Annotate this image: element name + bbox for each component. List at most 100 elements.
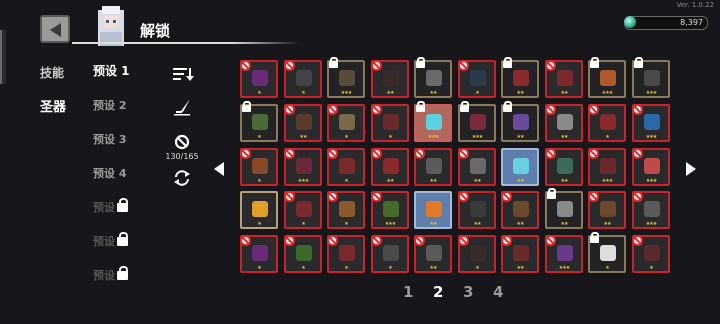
relic-slot[interactable]: ★★ bbox=[545, 104, 583, 142]
relic-slot[interactable]: ★★ bbox=[414, 148, 452, 186]
relic-item-icon bbox=[252, 201, 268, 217]
relic-item-icon bbox=[470, 114, 486, 130]
relic-slot[interactable]: ★★ bbox=[414, 57, 452, 98]
relic-item-icon bbox=[296, 201, 312, 217]
rarity-stars: ★ bbox=[649, 265, 653, 271]
preset-5-locked[interactable]: 预设 bbox=[93, 198, 128, 215]
page-3-button[interactable]: 3 bbox=[463, 283, 473, 301]
relic-item-icon bbox=[339, 114, 355, 130]
relic-slot[interactable]: ★★ bbox=[501, 101, 539, 142]
version-label: Ver. 1.0.22 bbox=[676, 1, 714, 9]
relic-slot[interactable]: ★★ bbox=[501, 235, 539, 273]
preset-2[interactable]: 预设 2 bbox=[93, 97, 126, 113]
relic-slot[interactable]: ★★ bbox=[371, 60, 409, 98]
relic-slot[interactable]: ★★ bbox=[458, 148, 496, 186]
relic-slot[interactable]: ★ bbox=[371, 104, 409, 142]
relic-item-icon bbox=[383, 70, 399, 86]
rarity-stars: ★ bbox=[301, 221, 305, 227]
relic-item-icon bbox=[296, 70, 312, 86]
lock-icon bbox=[503, 57, 512, 68]
page-1-button[interactable]: 1 bbox=[403, 283, 413, 301]
relic-slot[interactable]: ★★ bbox=[371, 148, 409, 186]
ban-icon bbox=[545, 235, 556, 246]
ban-icon bbox=[545, 60, 556, 71]
relic-slot[interactable]: ★ bbox=[284, 235, 322, 273]
rarity-stars: ★★★ bbox=[645, 178, 657, 184]
relic-slot[interactable]: ★★★ bbox=[414, 101, 452, 142]
relic-slot[interactable]: ★ bbox=[240, 60, 278, 98]
back-button[interactable] bbox=[40, 15, 70, 43]
preset-4[interactable]: 预设 4 bbox=[93, 165, 126, 181]
relic-item-icon bbox=[470, 201, 486, 217]
relic-slot[interactable]: ★ bbox=[240, 235, 278, 273]
relic-slot[interactable]: ★★ bbox=[545, 148, 583, 186]
ban-icon bbox=[240, 235, 251, 246]
relic-item-icon bbox=[383, 114, 399, 130]
relic-slot[interactable]: ★ bbox=[458, 60, 496, 98]
relic-slot[interactable]: ★★ bbox=[414, 235, 452, 273]
page-4-button[interactable]: 4 bbox=[493, 283, 503, 301]
relic-slot[interactable]: ★★★ bbox=[588, 57, 626, 98]
relic-item-icon bbox=[513, 114, 529, 130]
relic-slot[interactable]: ★ bbox=[458, 235, 496, 273]
relic-item-icon bbox=[557, 245, 573, 261]
relic-item-icon bbox=[470, 245, 486, 261]
tab-relics[interactable]: 圣器 bbox=[40, 96, 66, 115]
refresh-icon[interactable] bbox=[172, 168, 192, 188]
relic-slot[interactable]: ★★★ bbox=[632, 57, 670, 98]
preset-1[interactable]: 预设 1 bbox=[93, 62, 130, 79]
preset-6-locked[interactable]: 预设 bbox=[93, 232, 128, 249]
next-page-arrow-icon[interactable] bbox=[686, 162, 696, 176]
relic-slot[interactable]: ★★★ bbox=[632, 104, 670, 142]
relic-slot[interactable]: ★★ bbox=[545, 60, 583, 98]
relic-slot[interactable]: ★ bbox=[240, 191, 278, 229]
relic-slot[interactable]: ★★★ bbox=[284, 148, 322, 186]
ban-icon bbox=[545, 104, 556, 115]
relic-slot[interactable]: ★★★ bbox=[632, 191, 670, 229]
ban-icon[interactable] bbox=[174, 134, 190, 150]
rarity-stars: ★ bbox=[605, 134, 609, 140]
relic-slot[interactable]: ★★ bbox=[501, 148, 539, 186]
lock-icon bbox=[416, 57, 425, 68]
relic-slot[interactable]: ★ bbox=[327, 235, 365, 273]
previous-page-arrow-icon[interactable] bbox=[214, 162, 224, 176]
preset-3[interactable]: 预设 3 bbox=[93, 131, 126, 147]
side-panel-handle[interactable] bbox=[0, 30, 6, 84]
relic-slot[interactable]: ★ bbox=[240, 101, 278, 142]
relic-slot[interactable]: ★★★ bbox=[545, 235, 583, 273]
relic-slot[interactable]: ★ bbox=[632, 235, 670, 273]
relic-slot[interactable]: ★ bbox=[588, 232, 626, 273]
relic-item-icon bbox=[252, 70, 268, 86]
relic-slot[interactable]: ★★ bbox=[545, 188, 583, 229]
relic-slot[interactable]: ★ bbox=[588, 104, 626, 142]
relic-slot[interactable]: ★ bbox=[327, 148, 365, 186]
rarity-stars: ★★★ bbox=[297, 178, 309, 184]
tab-skills[interactable]: 技能 bbox=[40, 64, 64, 81]
relic-slot[interactable]: ★★ bbox=[501, 57, 539, 98]
relic-slot[interactable]: ★ bbox=[327, 191, 365, 229]
relic-slot[interactable]: ★ bbox=[284, 60, 322, 98]
relic-slot[interactable]: ★★★ bbox=[458, 101, 496, 142]
relic-slot[interactable]: ★ bbox=[371, 235, 409, 273]
sort-icon[interactable] bbox=[172, 66, 194, 82]
ban-icon bbox=[632, 104, 643, 115]
relic-slot[interactable]: ★★ bbox=[414, 191, 452, 229]
relic-slot[interactable]: ★★ bbox=[284, 104, 322, 142]
relic-slot[interactable]: ★★★ bbox=[588, 148, 626, 186]
relic-slot[interactable]: ★★ bbox=[501, 191, 539, 229]
relic-slot[interactable]: ★★★ bbox=[371, 191, 409, 229]
relic-slot[interactable]: ★ bbox=[240, 148, 278, 186]
page-2-button[interactable]: 2 bbox=[433, 283, 443, 301]
preset-7-locked[interactable]: 预设 bbox=[93, 266, 128, 283]
rarity-stars: ★ bbox=[257, 90, 261, 96]
ban-icon bbox=[327, 191, 338, 202]
ban-icon bbox=[371, 60, 382, 71]
relic-slot[interactable]: ★ bbox=[327, 104, 365, 142]
relic-slot[interactable]: ★★ bbox=[588, 191, 626, 229]
rarity-stars: ★★ bbox=[560, 90, 569, 96]
quill-icon[interactable] bbox=[172, 98, 192, 116]
relic-slot[interactable]: ★★ bbox=[458, 191, 496, 229]
relic-slot[interactable]: ★★★ bbox=[632, 148, 670, 186]
relic-slot[interactable]: ★ bbox=[284, 191, 322, 229]
relic-slot[interactable]: ★★★ bbox=[327, 57, 365, 98]
